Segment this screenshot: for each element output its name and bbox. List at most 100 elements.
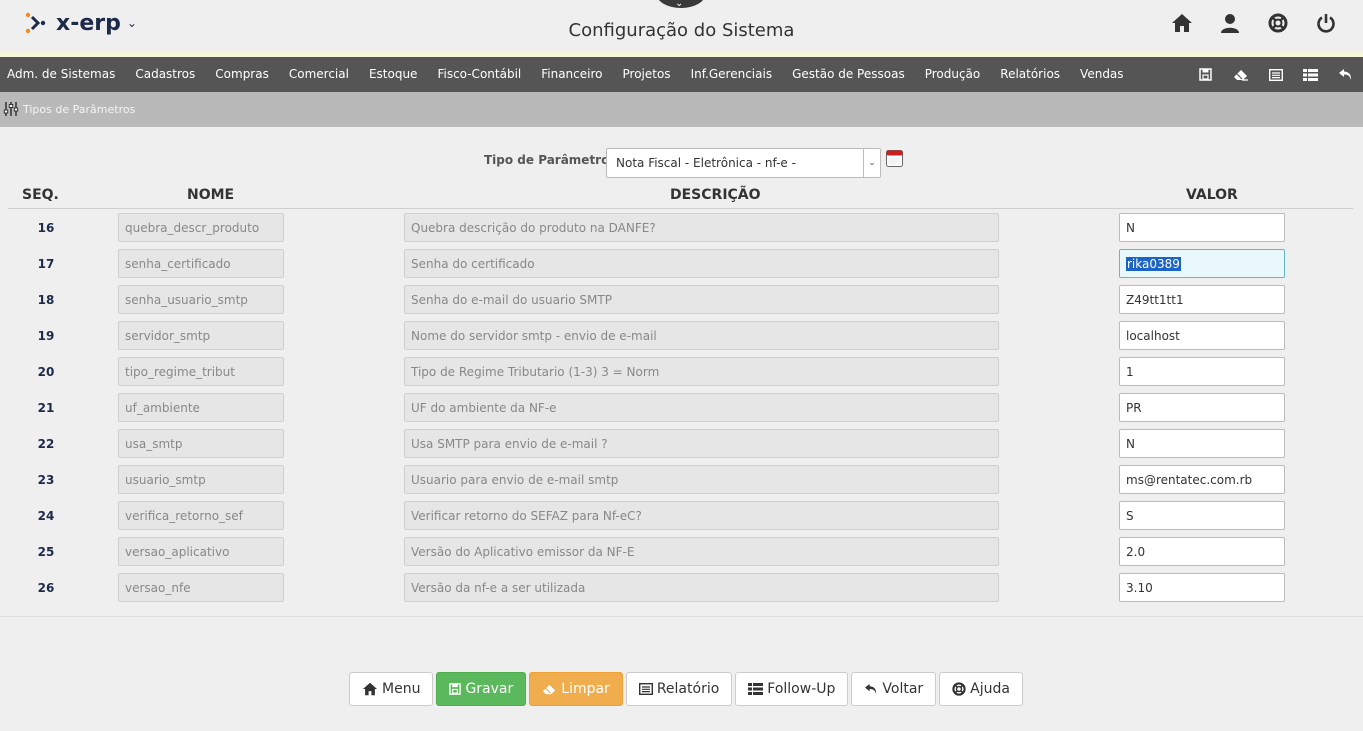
row-nome-field: servidor_smtp (118, 321, 284, 350)
undo-icon[interactable] (1328, 57, 1363, 92)
page-title: Configuração do Sistema (568, 20, 795, 41)
table-icon (748, 683, 764, 695)
calendar-icon[interactable] (886, 150, 903, 167)
row-valor-input[interactable]: rika0389 (1119, 249, 1285, 278)
voltar-button[interactable]: Voltar (851, 672, 937, 706)
menu-item-projetos[interactable]: Projetos (613, 57, 681, 92)
tipo-parametro-value: Nota Fiscal - Eletrônica - nf-e - (616, 156, 796, 170)
menu-item-vendas[interactable]: Vendas (1070, 57, 1134, 92)
row-descricao-field: Senha do e-mail do usuario SMTP (404, 285, 999, 314)
row-seq: 17 (37, 257, 55, 271)
row-descricao-field: Tipo de Regime Tributario (1-3) 3 = Norm (404, 357, 999, 386)
table-row: 21 uf_ambiente UF do ambiente da NF-e PR (0, 392, 1363, 428)
menu-item-compras[interactable]: Compras (205, 57, 279, 92)
tipo-parametro-label: Tipo de Parâmetro (484, 153, 610, 167)
header-divider-line (8, 208, 1353, 209)
row-nome-field: quebra_descr_produto (118, 213, 284, 242)
eraser-icon (543, 684, 556, 695)
home-icon[interactable] (1169, 10, 1195, 36)
row-descricao-field: Versão da nf-e a ser utilizada (404, 573, 999, 602)
chevron-down-icon: ⌄ (675, 0, 684, 9)
power-icon[interactable] (1313, 10, 1339, 36)
table-row: 19 servidor_smtp Nome do servidor smtp -… (0, 320, 1363, 356)
save-icon[interactable] (1188, 57, 1223, 92)
table-row: 18 senha_usuario_smtp Senha do e-mail do… (0, 284, 1363, 320)
row-valor-input[interactable]: 3.10 (1119, 573, 1285, 602)
follow-up-button[interactable]: Follow-Up (735, 672, 849, 706)
breadcrumb-label: Tipos de Parâmetros (23, 102, 136, 116)
menu-item-gestao-pessoas[interactable]: Gestão de Pessoas (782, 57, 915, 92)
breadcrumb[interactable]: Tipos de Parâmetros (3, 101, 135, 117)
column-header-descricao: DESCRIÇÃO (670, 187, 761, 203)
row-valor-input[interactable]: N (1119, 213, 1285, 242)
menu-button-label: Menu (382, 681, 421, 697)
selected-text: rika0389 (1126, 257, 1181, 271)
eraser-icon[interactable] (1223, 57, 1258, 92)
table-row: 22 usa_smtp Usa SMTP para envio de e-mai… (0, 428, 1363, 464)
row-valor-input[interactable]: PR (1119, 393, 1285, 422)
menu-item-relatorios[interactable]: Relatórios (990, 57, 1070, 92)
main-menubar: Adm. de Sistemas Cadastros Compras Comer… (0, 57, 1363, 92)
row-seq: 20 (37, 365, 55, 379)
follow-up-button-label: Follow-Up (767, 681, 836, 697)
menu-item-adm-sistemas[interactable]: Adm. de Sistemas (0, 57, 125, 92)
action-buttons: Menu Gravar Limpar Relatório Follow-Up V… (349, 672, 1023, 706)
table-icon[interactable] (1293, 57, 1328, 92)
breadcrumb-bar: Tipos de Parâmetros (0, 92, 1363, 127)
menu-item-fisco-contabil[interactable]: Fisco-Contábil (427, 57, 531, 92)
relatorio-button[interactable]: Relatório (625, 672, 733, 706)
row-valor-input[interactable]: S (1119, 501, 1285, 530)
undo-icon (865, 683, 877, 695)
gravar-button[interactable]: Gravar (436, 672, 527, 706)
table-row: 16 quebra_descr_produto Quebra descrição… (0, 212, 1363, 248)
row-seq: 26 (37, 581, 55, 595)
gravar-button-label: Gravar (465, 681, 514, 697)
row-nome-field: verifica_retorno_sef (118, 501, 284, 530)
collapse-header-tab[interactable]: ⌄ (656, 0, 706, 9)
menu-button[interactable]: Menu (349, 672, 434, 706)
menu-item-financeiro[interactable]: Financeiro (531, 57, 612, 92)
row-nome-field: uf_ambiente (118, 393, 284, 422)
lifebuoy-icon[interactable] (1265, 10, 1291, 36)
row-valor-input[interactable]: 1 (1119, 357, 1285, 386)
column-header-seq: SEQ. (22, 187, 59, 203)
list-icon (638, 683, 653, 695)
column-header-nome: NOME (187, 187, 235, 203)
ajuda-button-label: Ajuda (970, 681, 1010, 697)
row-descricao-field: Verificar retorno do SEFAZ para Nf-eC? (404, 501, 999, 530)
user-icon[interactable] (1217, 10, 1243, 36)
tipo-parametro-select[interactable]: Nota Fiscal - Eletrônica - nf-e - ⌄ (606, 148, 881, 178)
row-seq: 22 (37, 437, 55, 451)
row-descricao-field: Senha do certificado (404, 249, 999, 278)
row-valor-input[interactable]: 2.0 (1119, 537, 1285, 566)
row-descricao-field: Usuario para envio de e-mail smtp (404, 465, 999, 494)
table-row: 20 tipo_regime_tribut Tipo de Regime Tri… (0, 356, 1363, 392)
row-seq: 16 (37, 221, 55, 235)
row-valor-input[interactable]: Z49tt1tt1 (1119, 285, 1285, 314)
top-header: ⌄ x-erp ⌄ Configuração do Sistema (0, 0, 1363, 52)
row-seq: 23 (37, 473, 55, 487)
menu-item-comercial[interactable]: Comercial (279, 57, 359, 92)
limpar-button[interactable]: Limpar (529, 672, 623, 706)
menu-item-inf-gerenciais[interactable]: Inf.Gerenciais (681, 57, 783, 92)
row-valor-input[interactable]: N (1119, 429, 1285, 458)
row-descricao-field: Quebra descrição do produto na DANFE? (404, 213, 999, 242)
list-icon[interactable] (1258, 57, 1293, 92)
row-valor-input[interactable]: ms@rentatec.com.rb (1119, 465, 1285, 494)
menu-item-producao[interactable]: Produção (915, 57, 991, 92)
table-bottom-divider (0, 616, 1363, 617)
menu-item-cadastros[interactable]: Cadastros (125, 57, 205, 92)
save-icon (449, 683, 462, 695)
row-nome-field: usuario_smtp (118, 465, 284, 494)
voltar-button-label: Voltar (882, 681, 924, 697)
row-valor-input[interactable]: localhost (1119, 321, 1285, 350)
ajuda-button[interactable]: Ajuda (939, 672, 1023, 706)
table-row: 26 versao_nfe Versão da nf-e a ser utili… (0, 572, 1363, 608)
limpar-button-label: Limpar (561, 681, 610, 697)
row-seq: 24 (37, 509, 55, 523)
menu-item-estoque[interactable]: Estoque (359, 57, 428, 92)
row-descricao-field: Usa SMTP para envio de e-mail ? (404, 429, 999, 458)
row-nome-field: tipo_regime_tribut (118, 357, 284, 386)
row-nome-field: usa_smtp (118, 429, 284, 458)
row-seq: 25 (37, 545, 55, 559)
